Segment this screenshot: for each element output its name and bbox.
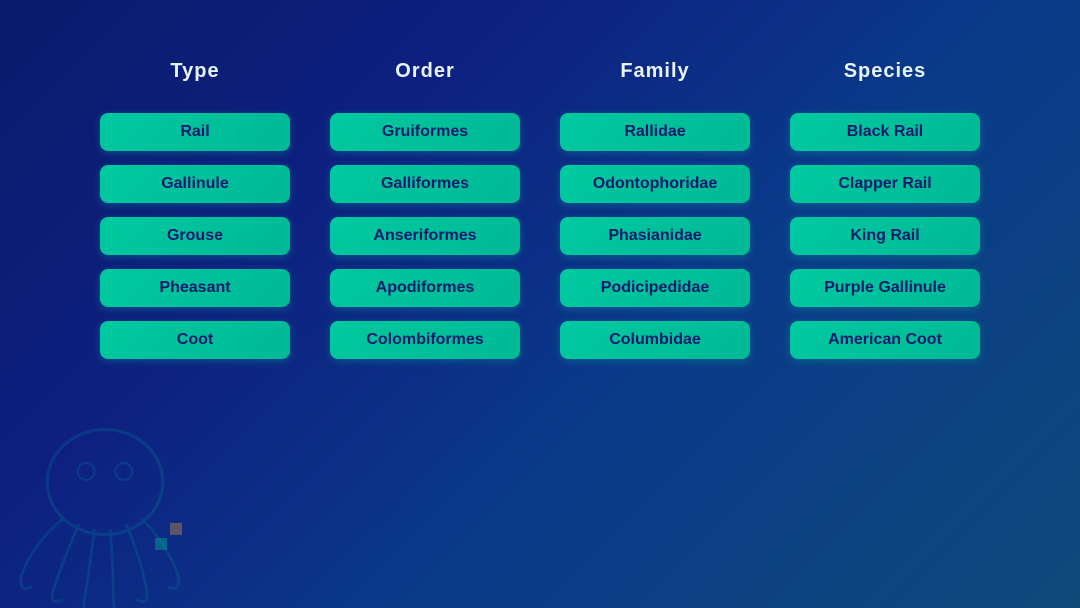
table-row: Grouse Anseriformes Phasianidae King Rail — [80, 217, 1000, 255]
cell-order-3[interactable]: Apodiformes — [330, 269, 520, 307]
cell-species-1[interactable]: Clapper Rail — [790, 165, 980, 203]
squares-decoration — [155, 523, 185, 553]
cell-type-2[interactable]: Grouse — [100, 217, 290, 255]
cell-species-2[interactable]: King Rail — [790, 217, 980, 255]
cell-family-1[interactable]: Odontophoridae — [560, 165, 750, 203]
table-row: Gallinule Galliformes Odontophoridae Clappe… — [80, 165, 1000, 203]
cell-order-1[interactable]: Galliformes — [330, 165, 520, 203]
cell-type-1[interactable]: Gallinule — [100, 165, 290, 203]
cell-type-0[interactable]: Rail — [100, 113, 290, 151]
cell-type-3[interactable]: Pheasant — [100, 269, 290, 307]
cell-type-4[interactable]: Coot — [100, 321, 290, 359]
cell-species-4[interactable]: American Coot — [790, 321, 980, 359]
main-content: Type Order Family Species Rail Gruiformes… — [0, 0, 1080, 399]
cell-family-3[interactable]: Podicipedidae — [560, 269, 750, 307]
header-family: Family — [545, 60, 765, 83]
header-type: Type — [85, 60, 305, 83]
table-row: Pheasant Apodiformes Podicipedidae Purple G… — [80, 269, 1000, 307]
cell-family-2[interactable]: Phasianidae — [560, 217, 750, 255]
header-order: Order — [315, 60, 535, 83]
cell-family-0[interactable]: Rallidae — [560, 113, 750, 151]
cell-family-4[interactable]: Columbidae — [560, 321, 750, 359]
table-row: Rail Gruiformes Rallidae Black Rail — [80, 113, 1000, 151]
octopus-decoration — [0, 398, 210, 608]
table-header: Type Order Family Species — [80, 60, 1000, 83]
table-row: Coot Colombiformes Columbidae American Coot — [80, 321, 1000, 359]
table-body: Rail Gruiformes Rallidae Black Rail Gallinul… — [80, 113, 1000, 359]
cell-order-0[interactable]: Gruiformes — [330, 113, 520, 151]
cell-species-3[interactable]: Purple Gallinule — [790, 269, 980, 307]
cell-species-0[interactable]: Black Rail — [790, 113, 980, 151]
cell-order-2[interactable]: Anseriformes — [330, 217, 520, 255]
header-species: Species — [775, 60, 995, 83]
cell-order-4[interactable]: Colombiformes — [330, 321, 520, 359]
